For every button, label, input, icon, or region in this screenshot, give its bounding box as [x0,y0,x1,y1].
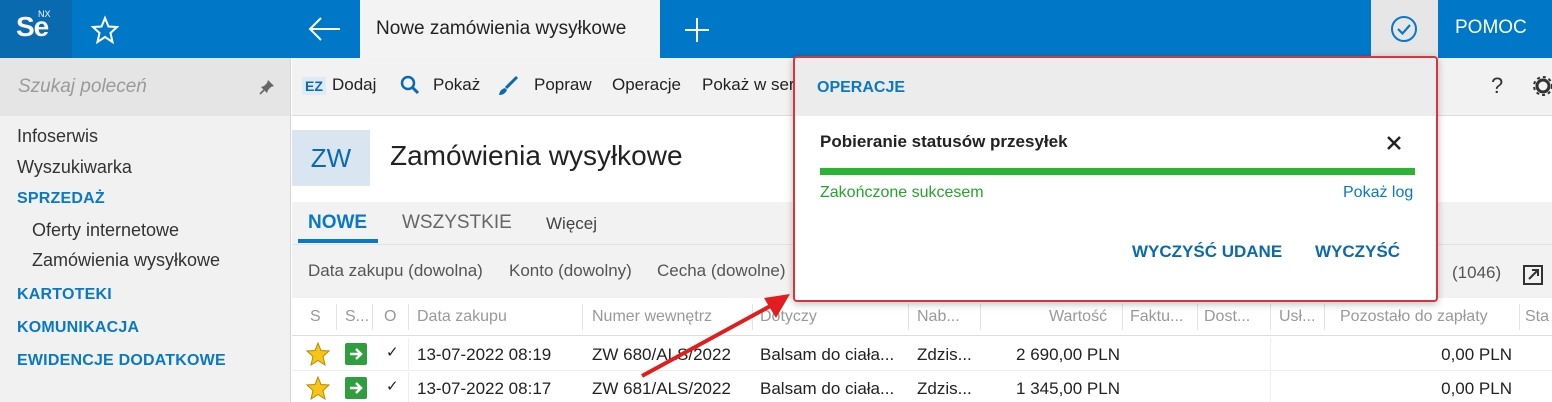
column-divider[interactable] [336,304,337,330]
logo-superscript: NX [38,9,51,19]
column-header[interactable]: Data zakupu [417,308,507,326]
edit-button[interactable]: Popraw [534,75,592,95]
page-title: Zamówienia wysyłkowe [390,140,683,171]
sidebar-item-oferty-internetowe[interactable]: Oferty internetowe [32,220,179,241]
sidebar-item-zamowienia-wysylkowe[interactable]: Zamówienia wysyłkowe [32,250,220,271]
buyer-cell: Zdzis... [917,379,972,398]
column-divider[interactable] [582,304,583,330]
confirmed-check: ✓ [386,378,399,395]
top-bar: Se NX Nowe zamówienia wysyłkowe POMOC [0,0,1552,58]
column-divider [408,338,409,371]
annotation-arrow-icon [641,294,790,378]
table-row[interactable]: ✓ 13-07-2022 08:17 ZW 681/ALS/2022 Balsa… [292,372,1552,402]
ez-badge[interactable]: EZ [302,77,326,95]
add-button[interactable]: Dodaj [332,75,376,95]
table-row[interactable]: ✓ 13-07-2022 08:19 ZW 680/ALS/2022 Balsa… [292,338,1552,371]
clear-successful-button[interactable]: WYCZYŚĆ UDANE [1132,242,1282,262]
sidebar-section-sprzedaz[interactable]: SPRZEDAŻ [17,190,105,208]
column-header[interactable]: Wartość [1049,308,1107,326]
document-type-badge: ZW [292,130,370,186]
column-header[interactable]: S... [345,308,369,326]
brush-icon[interactable] [497,75,519,97]
operations-button[interactable]: Operacje [612,75,681,95]
show-button[interactable]: Pokaż [433,75,480,95]
table-header: S S... O Data zakupu Numer wewnętrz Doty… [292,298,1552,336]
check-circle-icon [1391,16,1417,42]
column-header[interactable]: O [384,308,396,326]
record-count: (1046) [1452,263,1502,282]
help-question-icon[interactable]: ? [1491,73,1503,99]
purchase-date: 13-07-2022 08:17 [417,379,552,398]
star-icon[interactable] [306,342,330,366]
column-divider[interactable] [408,304,409,330]
column-divider [1270,338,1271,371]
popup-header: OPERACJE [795,58,1436,116]
active-tab-indicator [298,239,378,243]
sidebar-section-ewidencje-dodatkowe[interactable]: EWIDENCJE DODATKOWE [17,352,226,370]
column-divider[interactable] [1519,304,1520,330]
show-log-link[interactable]: Pokaż log [1343,184,1413,202]
purchase-date: 13-07-2022 08:19 [417,345,552,364]
sidebar-item-wyszukiwarka[interactable]: Wyszukiwarka [17,157,132,178]
progress-fill [820,168,1415,175]
show-in-button[interactable]: Pokaż w ser [702,75,795,95]
search-placeholder[interactable]: Szukaj poleceń [18,76,147,98]
pin-icon[interactable] [258,78,276,96]
star-icon[interactable] [306,376,330,400]
column-divider[interactable] [1122,304,1123,330]
plus-icon[interactable] [681,14,713,46]
column-header[interactable]: Sta [1525,308,1549,326]
sidebar-item-infoserwis[interactable]: Infoserwis [17,126,98,147]
remaining-cell: 0,00 PLN [1441,379,1512,398]
task-title: Pobieranie statusów przesyłek [820,132,1068,151]
column-divider[interactable] [1197,304,1198,330]
value-cell: 1 345,00 PLN [1016,379,1120,398]
buyer-cell: Zdzis... [917,345,972,364]
search-icon[interactable] [400,75,420,97]
sidebar: Szukaj poleceń Infoserwis Wyszukiwarka S… [0,58,291,402]
expand-icon[interactable] [1523,265,1543,285]
back-arrow-icon[interactable] [306,14,344,44]
document-status-icon [345,377,367,399]
tab-active-document[interactable]: Nowe zamówienia wysyłkowe [360,0,660,58]
filter-date[interactable]: Data zakupu (dowolna) [308,261,483,281]
app-window: Se NX Nowe zamówienia wysyłkowe POMOC Sz… [0,0,1552,402]
operations-popup: OPERACJE Pobieranie statusów przesyłek Z… [793,56,1438,302]
close-icon[interactable] [1385,134,1403,152]
filter-account[interactable]: Konto (dowolny) [509,261,632,281]
command-search[interactable]: Szukaj poleceń [0,58,290,116]
column-header[interactable]: Dost... [1204,308,1250,326]
tab-nowe[interactable]: NOWE [308,212,367,234]
app-logo[interactable]: Se NX [0,0,72,58]
column-header[interactable]: Pozostało do zapłaty [1340,308,1488,326]
column-divider[interactable] [1324,304,1325,330]
value-cell: 2 690,00 PLN [1016,345,1120,364]
column-divider[interactable] [1270,304,1271,330]
column-divider[interactable] [908,304,909,330]
column-divider [1270,372,1271,402]
progress-bar [820,168,1415,175]
star-outline-icon[interactable] [90,15,120,45]
clear-button[interactable]: WYCZYŚĆ [1315,242,1400,262]
filter-feature[interactable]: Cecha (dowolne) [657,261,786,281]
column-divider[interactable] [372,304,373,330]
sidebar-section-kartoteki[interactable]: KARTOTEKI [17,286,112,304]
task-status: Zakończone sukcesem [820,184,984,201]
column-header[interactable]: Usł... [1279,308,1315,326]
tab-wszystkie[interactable]: WSZYSTKIE [402,212,512,234]
document-status-icon [345,343,367,365]
help-button[interactable]: POMOC [1438,0,1552,58]
column-divider[interactable] [980,304,981,330]
gear-icon[interactable] [1532,75,1552,97]
confirmed-check: ✓ [386,344,399,361]
tab-more[interactable]: Więcej [546,214,597,234]
sidebar-section-komunikacja[interactable]: KOMUNIKACJA [17,319,139,337]
popup-title: OPERACJE [817,79,906,96]
column-divider [408,372,409,402]
column-header[interactable]: Faktu... [1130,308,1183,326]
column-header[interactable]: S [310,308,321,326]
operations-status-button[interactable] [1371,0,1438,58]
column-header[interactable]: Nab... [917,308,960,326]
remaining-cell: 0,00 PLN [1441,345,1512,364]
